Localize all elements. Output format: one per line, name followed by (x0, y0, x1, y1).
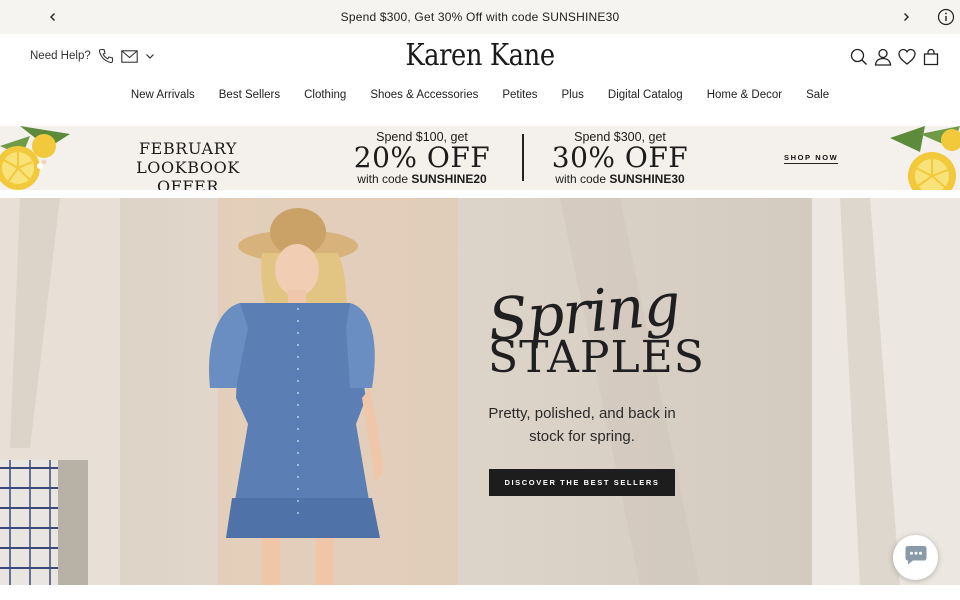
hero-photo (0, 198, 960, 585)
nav-item-digital-catalog[interactable]: Digital Catalog (608, 89, 683, 101)
hero-banner[interactable]: Spring STAPLES Pretty, polished, and bac… (0, 198, 960, 585)
lemons-decoration-right (890, 126, 960, 190)
offer-30-percent: Spend $300, get 30% OFF with code SUNSHI… (535, 130, 705, 186)
chat-bubble-icon (904, 544, 928, 571)
nav-item-shoes-accessories[interactable]: Shoes & Accessories (370, 89, 478, 101)
offer-2-discount: 30% OFF (551, 141, 689, 174)
offer-1-code: SUNSHINE20 (411, 172, 487, 186)
brand-logo[interactable]: Karen Kane (394, 38, 566, 73)
hero-tagline-line-1: Pretty, polished, and back in (488, 405, 676, 422)
nav-item-clothing[interactable]: Clothing (304, 89, 346, 101)
lookbook-offer-title: FEBRUARY LOOKBOOK OFFER (108, 139, 268, 190)
site-header: Need Help? Karen Kane New Arrivals Best … (0, 34, 960, 126)
lookbook-line-1: FEBRUARY (138, 139, 238, 158)
wishlist-heart-icon[interactable] (898, 48, 916, 66)
lemons-decoration-left (0, 126, 70, 190)
promo-banner[interactable]: FEBRUARY LOOKBOOK OFFER Spend $100, get … (0, 126, 960, 190)
account-icon[interactable] (874, 48, 892, 66)
nav-item-sale[interactable]: Sale (806, 89, 829, 101)
shop-now-link[interactable]: SHOP NOW (784, 153, 839, 164)
shopping-bag-icon[interactable] (922, 48, 940, 66)
chevron-down-icon[interactable] (145, 51, 155, 61)
nav-item-new-arrivals[interactable]: New Arrivals (131, 89, 195, 101)
offer-1-code-prefix: with code (357, 172, 412, 186)
offer-1-code-line: with code SUNSHINE20 (337, 172, 507, 186)
lookbook-line-2: LOOKBOOK OFFER (136, 158, 240, 190)
chat-widget-button[interactable] (893, 535, 938, 580)
discover-best-sellers-button[interactable]: DISCOVER THE BEST SELLERS (489, 469, 675, 496)
chevron-right-icon[interactable] (897, 8, 915, 26)
announcement-bar: Spend $300, Get 30% Off with code SUNSHI… (0, 0, 960, 34)
offer-2-code: SUNSHINE30 (609, 172, 685, 186)
nav-item-best-sellers[interactable]: Best Sellers (219, 89, 280, 101)
hero-tagline: Pretty, polished, and back in stock for … (482, 402, 682, 448)
hero-title: STAPLES (488, 332, 705, 383)
need-help-label[interactable]: Need Help? (30, 50, 91, 62)
chevron-left-icon[interactable] (44, 8, 62, 26)
offer-2-code-line: with code SUNSHINE30 (535, 172, 705, 186)
phone-icon[interactable] (98, 48, 114, 64)
offer-2-code-prefix: with code (555, 172, 610, 186)
announcement-text[interactable]: Spend $300, Get 30% Off with code SUNSHI… (341, 10, 620, 24)
info-icon[interactable] (937, 8, 955, 26)
mail-icon[interactable] (120, 49, 138, 63)
search-icon[interactable] (850, 48, 868, 66)
nav-item-petites[interactable]: Petites (502, 89, 537, 101)
nav-item-plus[interactable]: Plus (562, 89, 584, 101)
promo-divider (522, 134, 524, 181)
need-help-menu[interactable]: Need Help? (30, 48, 155, 64)
nav-item-home-decor[interactable]: Home & Decor (707, 89, 782, 101)
offer-1-discount: 20% OFF (353, 141, 491, 174)
offer-20-percent: Spend $100, get 20% OFF with code SUNSHI… (337, 130, 507, 186)
main-navigation: New Arrivals Best Sellers Clothing Shoes… (0, 89, 960, 101)
hero-tagline-line-2: stock for spring. (529, 428, 635, 445)
